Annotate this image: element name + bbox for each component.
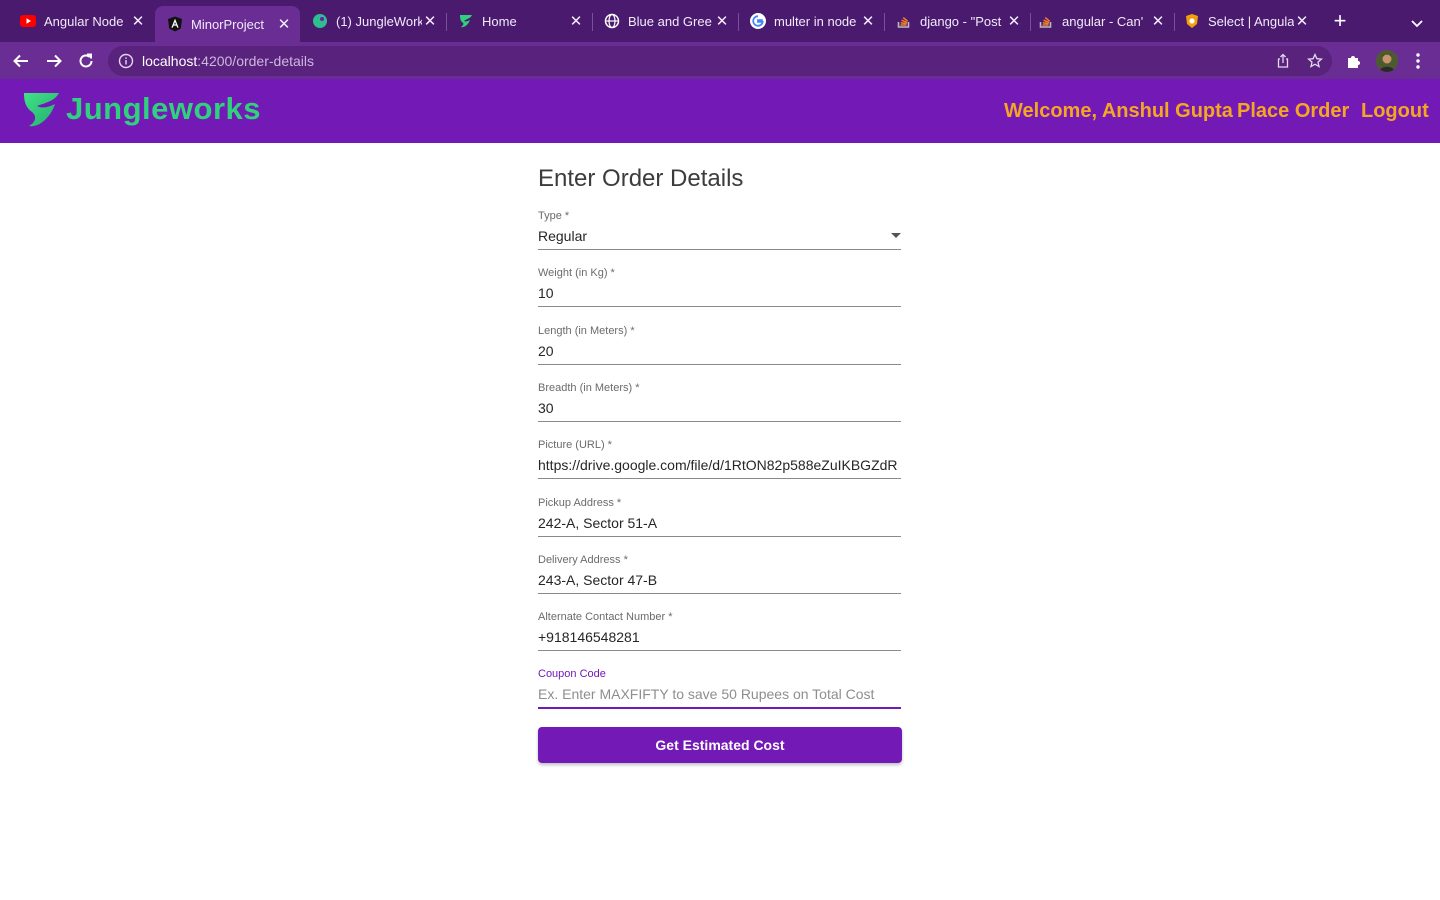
tab-title: Home [482,13,517,29]
site-info-icon[interactable] [118,53,134,69]
type-select[interactable]: Type * Regular [538,210,901,251]
share-icon[interactable] [1272,50,1294,72]
app-navbar: Jungleworks Welcome, Anshul Gupta Place … [0,79,1440,143]
jungleworks-icon [458,13,474,29]
back-arrow-icon[interactable] [10,50,32,72]
tab-title: (1) JungleWork [336,13,422,29]
get-estimated-cost-button[interactable]: Get Estimated Cost [538,727,902,763]
field-underline [538,536,901,537]
pickup-address-value[interactable]: 242-A, Sector 51-A [538,515,901,531]
field-underline [538,421,901,422]
reload-icon[interactable] [75,50,97,72]
breadth-label: Breadth (in Meters) * [538,382,640,394]
pickup-address-field[interactable]: Pickup Address * 242-A, Sector 51-A [538,497,901,538]
coupon-code-field[interactable]: Coupon Code [538,668,901,710]
weight-field[interactable]: Weight (in Kg) * 10 [538,267,901,308]
field-underline [538,478,901,479]
stackoverflow-icon [896,13,912,29]
browser-tab[interactable]: Blue and Gree ✕ [592,0,739,42]
shield-icon [1184,13,1200,29]
tab-title: MinorProject [191,16,264,32]
weight-label: Weight (in Kg) * [538,267,615,279]
delivery-address-field[interactable]: Delivery Address * 243-A, Sector 47-B [538,554,901,595]
field-underline [538,249,901,250]
close-tab-icon[interactable]: ✕ [1150,13,1166,30]
length-label: Length (in Meters) * [538,325,635,337]
browser-tab[interactable]: (1) JungleWork ✕ [300,0,447,42]
length-field[interactable]: Length (in Meters) * 20 [538,325,901,366]
close-tab-icon[interactable]: ✕ [130,13,146,30]
globe-icon [604,13,620,29]
forward-arrow-icon[interactable] [43,50,65,72]
tab-title: angular - Can' [1062,13,1144,29]
browser-tab-strip: Angular Node ✕ MinorProject ✕ (1) Jungle… [0,0,1440,42]
field-underline [538,593,901,594]
field-underline [538,650,901,651]
angular-icon [167,16,183,32]
url-text: localhost:4200/order-details [142,53,314,69]
browser-tab[interactable]: Select | Angula ✕ [1174,0,1318,42]
type-label: Type * [538,210,570,222]
jungleworks-logo-icon [22,90,62,130]
tab-title: multer in node [774,13,857,29]
url-path: :4200/order-details [197,53,315,69]
logout-link[interactable]: Logout [1361,100,1429,123]
profile-avatar[interactable] [1376,50,1398,72]
close-tab-icon[interactable]: ✕ [568,13,584,30]
field-underline-focused [538,707,901,709]
delivery-address-value[interactable]: 243-A, Sector 47-B [538,572,901,588]
breadth-field[interactable]: Breadth (in Meters) * 30 [538,382,901,423]
picture-url-label: Picture (URL) * [538,439,612,451]
field-underline [538,306,901,307]
close-tab-icon[interactable]: ✕ [1294,13,1310,30]
tab-title: Select | Angula [1208,13,1294,29]
youtube-icon [20,13,36,29]
alternate-contact-label: Alternate Contact Number * [538,611,673,623]
brand-name: Jungleworks [66,91,261,126]
browser-menu-kebab-icon[interactable] [1407,50,1429,72]
breadth-value[interactable]: 30 [538,400,901,416]
picture-url-field[interactable]: Picture (URL) * https://drive.google.com… [538,439,901,480]
browser-toolbar: localhost:4200/order-details [0,42,1440,79]
delivery-address-label: Delivery Address * [538,554,628,566]
close-tab-icon[interactable]: ✕ [714,13,730,30]
coupon-code-input[interactable] [538,683,901,705]
browser-tab-active[interactable]: MinorProject ✕ [155,6,300,42]
coupon-code-label: Coupon Code [538,668,606,680]
google-icon [750,13,766,29]
extensions-puzzle-icon[interactable] [1343,50,1365,72]
length-value[interactable]: 20 [538,343,901,359]
weight-value[interactable]: 10 [538,285,901,301]
tab-title: Blue and Gree [628,13,712,29]
close-tab-icon[interactable]: ✕ [276,16,292,33]
browser-tab[interactable]: angular - Can' ✕ [1030,0,1175,42]
browser-tab[interactable]: django - "Post ✕ [884,0,1031,42]
alternate-contact-value[interactable]: +918146548281 [538,629,901,645]
browser-tab[interactable]: Angular Node ✕ [0,0,154,42]
alternate-contact-field[interactable]: Alternate Contact Number * +918146548281 [538,611,901,652]
place-order-link[interactable]: Place Order [1237,100,1349,123]
browser-tab[interactable]: Home ✕ [446,0,593,42]
field-underline [538,364,901,365]
stackoverflow-icon [1038,13,1054,29]
tab-title: Angular Node [44,13,124,29]
close-tab-icon[interactable]: ✕ [422,13,438,30]
browser-tab[interactable]: multer in node ✕ [738,0,885,42]
tab-search-chevron-icon[interactable] [1408,14,1426,32]
page-title: Enter Order Details [538,165,744,192]
tab-title: django - "Post [920,13,1002,29]
picture-url-value[interactable]: https://drive.google.com/file/d/1RtON82p… [538,457,901,473]
bookmark-star-icon[interactable] [1304,50,1326,72]
close-tab-icon[interactable]: ✕ [1006,13,1022,30]
url-host: localhost [142,53,198,69]
type-value: Regular [538,228,588,244]
new-tab-icon[interactable]: + [1330,10,1350,32]
pickup-address-label: Pickup Address * [538,497,622,509]
dropdown-arrow-icon[interactable] [891,233,901,238]
address-bar[interactable]: localhost:4200/order-details [108,46,1332,76]
welcome-user-link[interactable]: Welcome, Anshul Gupta [1004,100,1233,123]
parrot-icon [312,13,328,29]
close-tab-icon[interactable]: ✕ [860,13,876,30]
